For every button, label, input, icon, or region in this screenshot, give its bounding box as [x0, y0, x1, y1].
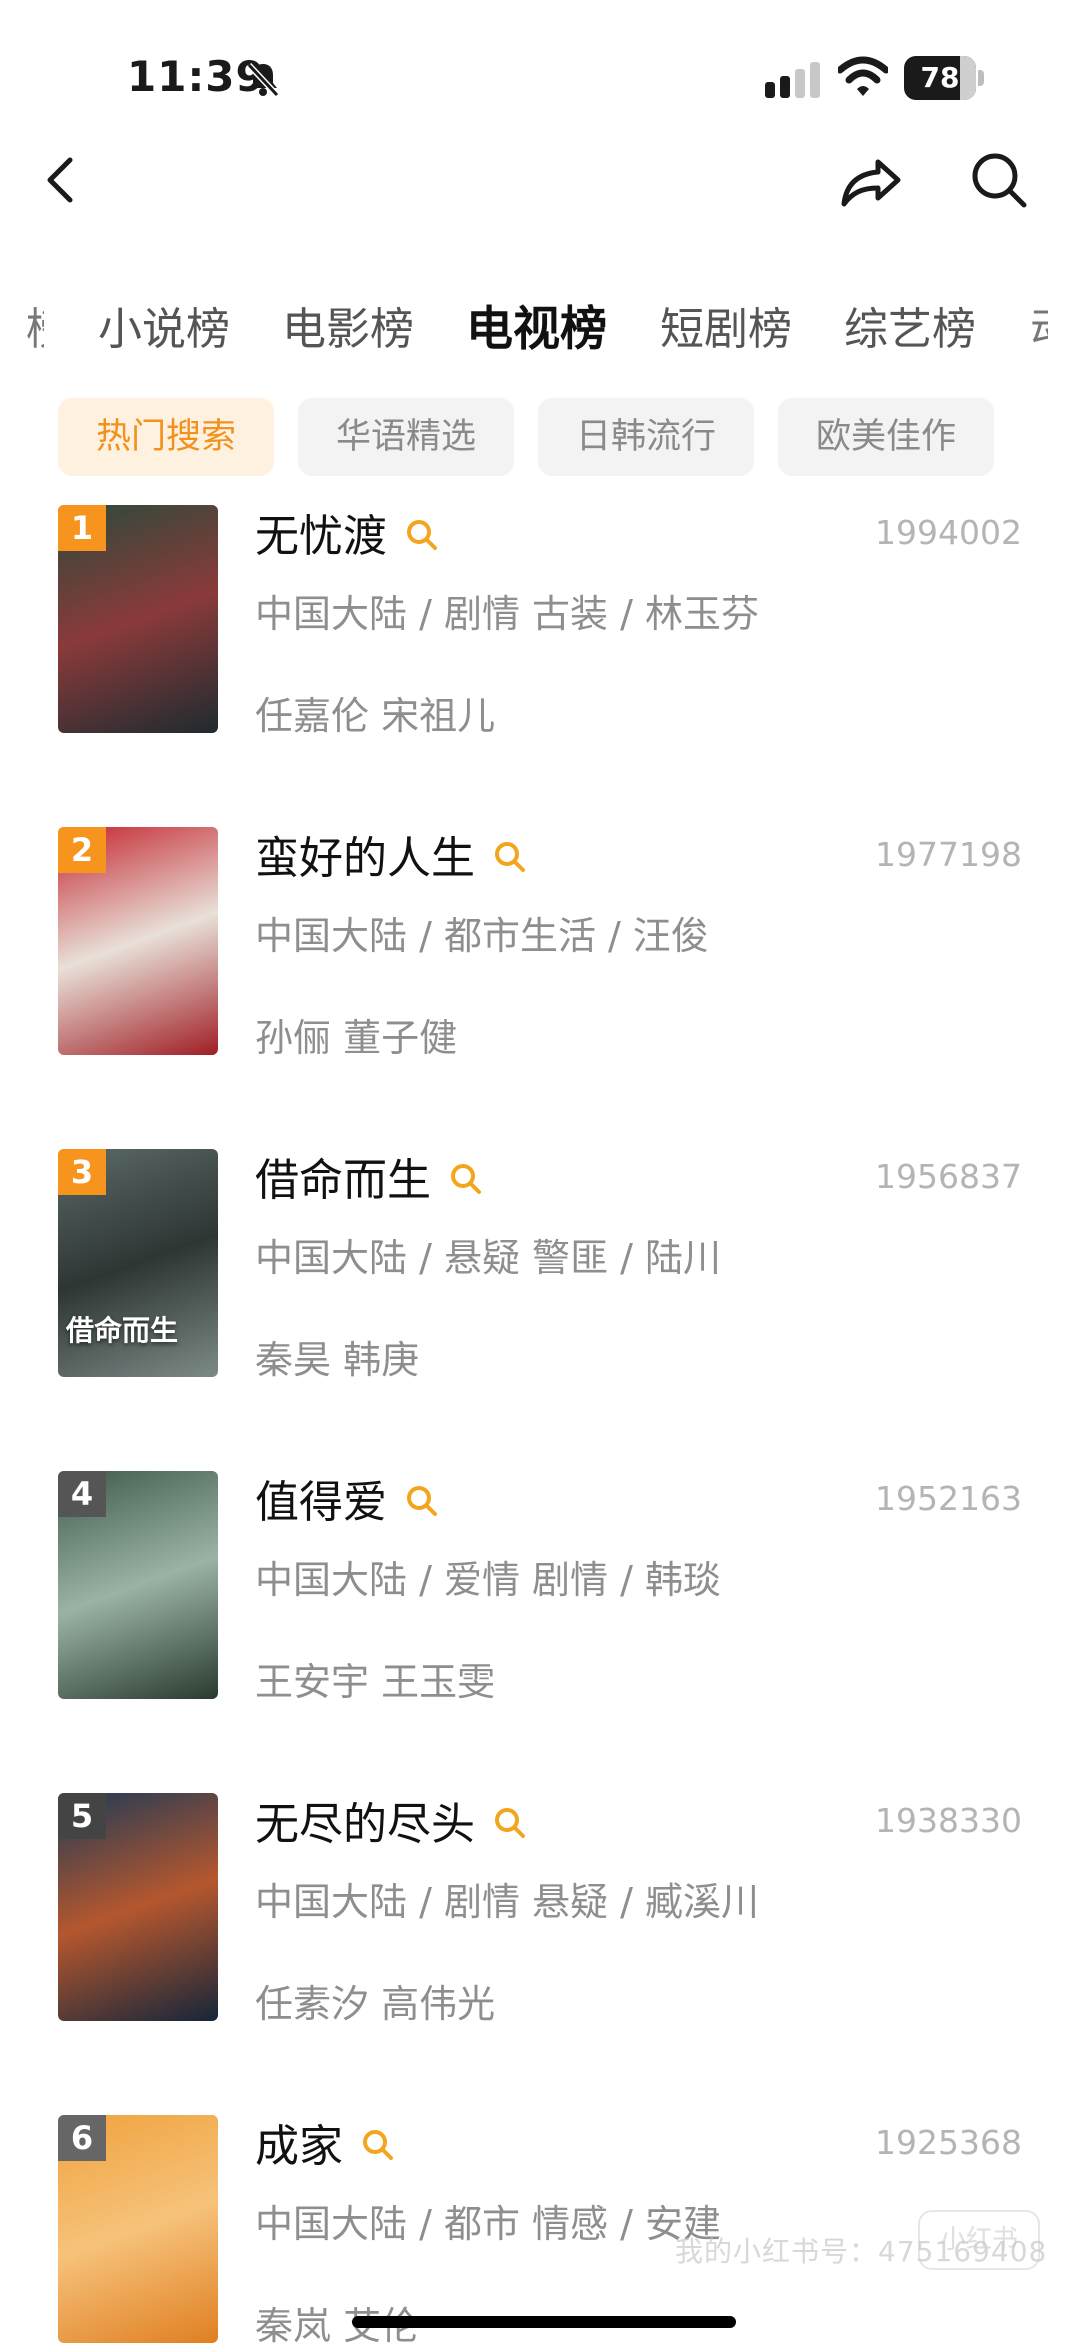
tab-partial-left[interactable]: 榜 — [26, 290, 44, 370]
status-bar: 11:39 78 — [0, 0, 1080, 150]
poster-image[interactable]: 6 — [58, 2115, 218, 2343]
item-title: 无忧渡 — [255, 511, 387, 562]
poster-image[interactable]: 2 — [58, 827, 218, 1055]
item-cast: 孙俪 董子健 — [255, 1016, 458, 1060]
item-meta: 中国大陆 / 剧情 古装 / 林玉芬 — [255, 592, 760, 636]
item-title: 无尽的尽头 — [255, 1799, 475, 1850]
item-cast: 王安宇 王玉雯 — [255, 1660, 496, 1704]
poster-image[interactable]: 4 — [58, 1471, 218, 1699]
hot-score: 1925368 — [875, 2123, 1022, 2162]
rank-badge: 2 — [58, 827, 106, 873]
hot-score: 1956837 — [875, 1157, 1022, 1196]
item-title: 值得爱 — [255, 1477, 387, 1528]
list-item[interactable]: 1 无忧渡 1994002 中国大陆 / 剧情 古装 / 林玉芬 任嘉伦 宋祖儿 — [0, 505, 1080, 738]
tab-partial-right[interactable]: 动 — [1030, 290, 1048, 370]
chip-hot-search[interactable]: 热门搜索 — [58, 398, 274, 476]
search-icon[interactable] — [493, 840, 527, 874]
tab-novels[interactable]: 小说榜 — [98, 290, 230, 370]
poster-title: 借命而生 — [66, 1314, 179, 1347]
battery-icon: 78 — [904, 56, 984, 100]
item-cast: 任嘉伦 宋祖儿 — [255, 694, 496, 738]
item-meta: 中国大陆 / 都市 情感 / 安建 — [255, 2202, 722, 2246]
chip-jp-kr[interactable]: 日韩流行 — [538, 398, 754, 476]
list-item[interactable]: 3 借命而生 借命而生 1956837 中国大陆 / 悬疑 警匪 / 陆川 秦昊… — [0, 1149, 1080, 1382]
bell-muted-icon — [246, 62, 280, 98]
home-indicator[interactable] — [352, 2316, 736, 2328]
item-title: 蛮好的人生 — [255, 833, 475, 884]
search-icon[interactable] — [361, 2128, 395, 2162]
chip-chinese-picks[interactable]: 华语精选 — [298, 398, 514, 476]
rank-badge: 5 — [58, 1793, 106, 1839]
rank-badge: 4 — [58, 1471, 106, 1517]
wifi-icon — [838, 56, 888, 96]
rank-badge: 1 — [58, 505, 106, 551]
rank-badge: 3 — [58, 1149, 106, 1195]
tab-variety[interactable]: 综艺榜 — [844, 290, 976, 370]
hot-score: 1938330 — [875, 1801, 1022, 1840]
share-icon[interactable] — [838, 150, 904, 210]
item-meta: 中国大陆 / 爱情 剧情 / 韩琰 — [255, 1558, 722, 1602]
item-cast: 秦昊 韩庚 — [255, 1338, 420, 1382]
back-icon[interactable] — [40, 150, 90, 210]
rank-badge: 6 — [58, 2115, 106, 2161]
tab-short-drama[interactable]: 短剧榜 — [660, 290, 792, 370]
poster-image[interactable]: 3 借命而生 — [58, 1149, 218, 1377]
search-icon[interactable] — [405, 1484, 439, 1518]
item-meta: 中国大陆 / 剧情 悬疑 / 臧溪川 — [255, 1880, 760, 1924]
tab-tv[interactable]: 电视榜 — [466, 290, 607, 370]
poster-image[interactable]: 5 — [58, 1793, 218, 2021]
item-title: 借命而生 — [255, 1155, 431, 1206]
search-icon[interactable] — [405, 518, 439, 552]
list-item[interactable]: 2 蛮好的人生 1977198 中国大陆 / 都市生活 / 汪俊 孙俪 董子健 — [0, 827, 1080, 1060]
tab-movies[interactable]: 电影榜 — [282, 290, 414, 370]
list-item[interactable]: 5 无尽的尽头 1938330 中国大陆 / 剧情 悬疑 / 臧溪川 任素汐 高… — [0, 1793, 1080, 2026]
poster-image[interactable]: 1 — [58, 505, 218, 733]
list-item[interactable]: 4 值得爱 1952163 中国大陆 / 爱情 剧情 / 韩琰 王安宇 王玉雯 — [0, 1471, 1080, 1704]
hot-score: 1977198 — [875, 835, 1022, 874]
cellular-signal-icon — [765, 62, 820, 98]
hot-score: 1994002 — [875, 513, 1022, 552]
item-cast: 任素汐 高伟光 — [255, 1982, 496, 2026]
battery-level: 78 — [920, 61, 960, 94]
chip-western[interactable]: 欧美佳作 — [778, 398, 994, 476]
item-meta: 中国大陆 / 悬疑 警匪 / 陆川 — [255, 1236, 722, 1280]
filter-chips: 热门搜索 华语精选 日韩流行 欧美佳作 — [0, 398, 1080, 478]
hot-score: 1952163 — [875, 1479, 1022, 1518]
category-tabs: 榜 小说榜 电影榜 电视榜 短剧榜 综艺榜 动 — [0, 290, 1080, 370]
search-icon[interactable] — [449, 1162, 483, 1196]
watermark: 我的小红书号：475169408 — [675, 2235, 1048, 2268]
item-title: 成家 — [255, 2121, 343, 2172]
search-icon[interactable] — [493, 1806, 527, 1840]
item-meta: 中国大陆 / 都市生活 / 汪俊 — [255, 914, 709, 958]
search-icon[interactable] — [968, 148, 1030, 212]
